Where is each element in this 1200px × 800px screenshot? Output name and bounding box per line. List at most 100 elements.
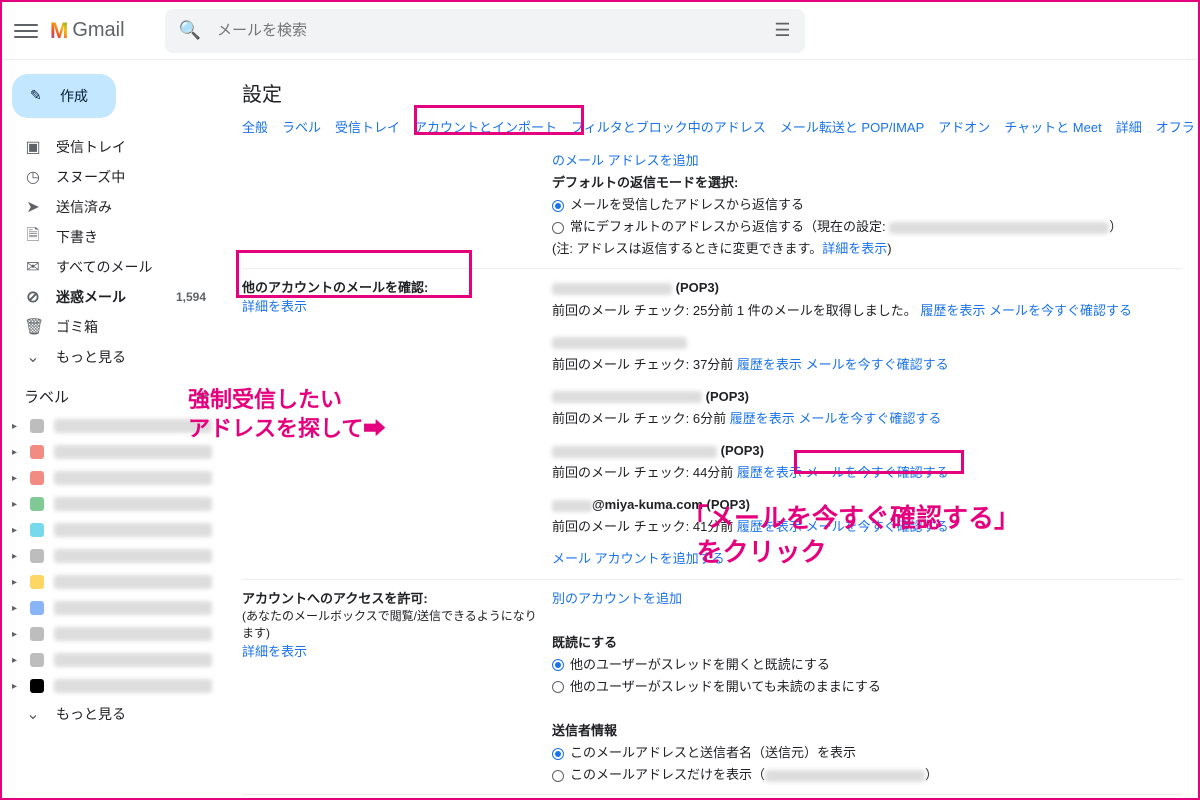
history-link-3[interactable]: 履歴を表示 — [737, 465, 802, 480]
grant-read-radio-1[interactable] — [552, 659, 564, 671]
search-options-icon[interactable]: ☰ — [774, 20, 790, 41]
label-name — [54, 523, 212, 537]
grant-learn-link[interactable]: 詳細を表示 — [242, 644, 307, 659]
settings-tabs: 全般ラベル受信トレイアカウントとインポートフィルタとブロック中のアドレスメール転… — [226, 117, 1198, 142]
tab-2[interactable]: 受信トレイ — [335, 117, 400, 136]
label-name — [54, 575, 212, 589]
add-address-link[interactable]: のメール アドレスを追加 — [552, 153, 699, 168]
label-name — [54, 653, 212, 667]
label-name — [54, 419, 212, 433]
check-now-link-2[interactable]: メールを今すぐ確認する — [798, 411, 941, 426]
check-other-learn-link[interactable]: 詳細を表示 — [242, 299, 307, 314]
nav-all[interactable]: ✉すべてのメール — [2, 252, 226, 282]
search-icon: 🔍 — [179, 20, 201, 41]
caret-icon: ▸ — [12, 525, 20, 536]
nav-trash[interactable]: 🗑ゴミ箱 — [2, 312, 226, 342]
label-name — [54, 549, 212, 563]
grant-sender-radio-2[interactable] — [552, 770, 564, 782]
label-name — [54, 497, 212, 511]
tab-1[interactable]: ラベル — [282, 117, 321, 136]
label-color-icon — [30, 445, 44, 459]
search-input[interactable] — [215, 21, 774, 40]
caret-icon: ▸ — [12, 473, 20, 484]
label-color-icon — [30, 471, 44, 485]
grant-read-heading: 既読にする — [552, 635, 617, 650]
reply-mode-radio-2[interactable] — [552, 222, 564, 234]
tab-7[interactable]: チャットと Meet — [1004, 117, 1101, 136]
caret-icon: ▸ — [12, 499, 20, 510]
grant-read-radio-2[interactable] — [552, 681, 564, 693]
label-item[interactable]: ▸ — [2, 517, 226, 543]
labels-more[interactable]: ⌄もっと見る — [2, 699, 226, 729]
caret-icon: ▸ — [12, 551, 20, 562]
grant-sender-heading: 送信者情報 — [552, 723, 617, 738]
history-link-4[interactable]: 履歴を表示 — [737, 519, 802, 534]
label-item[interactable]: ▸ — [2, 543, 226, 569]
compose-label: 作成 — [60, 86, 88, 106]
check-now-link-0[interactable]: メールを今すぐ確認する — [989, 303, 1132, 318]
search-bar[interactable]: 🔍 ☰ — [165, 9, 805, 53]
check-now-link-1[interactable]: メールを今すぐ確認する — [806, 357, 949, 372]
gmail-logo-text: Gmail — [72, 19, 124, 42]
nav-clock[interactable]: ◷スヌーズ中 — [2, 162, 226, 192]
caret-icon: ▸ — [12, 655, 20, 666]
reply-mode-heading: デフォルトの返信モードを選択: — [552, 175, 738, 190]
caret-icon: ▸ — [12, 577, 20, 588]
caret-icon: ▸ — [12, 629, 20, 640]
history-link-0[interactable]: 履歴を表示 — [920, 303, 985, 318]
label-name — [54, 601, 212, 615]
check-now-link-4[interactable]: メールを今すぐ確認する — [806, 519, 949, 534]
grant-heading: アカウントへのアクセスを許可: — [242, 591, 428, 606]
reply-mode-radio-1[interactable] — [552, 200, 564, 212]
history-link-1[interactable]: 履歴を表示 — [737, 357, 802, 372]
label-name — [54, 679, 212, 693]
history-link-2[interactable]: 履歴を表示 — [730, 411, 795, 426]
caret-icon: ▸ — [12, 681, 20, 692]
label-item[interactable]: ▸ — [2, 621, 226, 647]
send-icon: ➤ — [24, 197, 42, 217]
add-mail-account-link[interactable]: メール アカウントを追加する — [552, 551, 725, 566]
label-item[interactable]: ▸ — [2, 673, 226, 699]
menu-button[interactable] — [14, 19, 38, 43]
tab-4[interactable]: フィルタとブロック中のアドレス — [571, 117, 766, 136]
label-item[interactable]: ▸ — [2, 491, 226, 517]
spam-icon: ⊘ — [24, 287, 42, 307]
tab-0[interactable]: 全般 — [242, 117, 268, 136]
nav-draft[interactable]: 🗎下書き — [2, 222, 226, 252]
label-name — [54, 627, 212, 641]
check-other-heading: 他のアカウントのメールを確認: — [242, 280, 428, 295]
label-item[interactable]: ▸ — [2, 413, 226, 439]
labels-heading: ラベル — [24, 386, 69, 407]
label-item[interactable]: ▸ — [2, 595, 226, 621]
label-item[interactable]: ▸ — [2, 569, 226, 595]
label-item[interactable]: ▸ — [2, 647, 226, 673]
all-icon: ✉ — [24, 257, 42, 277]
label-item[interactable]: ▸ — [2, 439, 226, 465]
label-name — [54, 445, 212, 459]
tab-5[interactable]: メール転送と POP/IMAP — [780, 117, 924, 136]
check-now-link-3[interactable]: メールを今すぐ確認する — [806, 465, 949, 480]
grant-add-link[interactable]: 別のアカウントを追加 — [552, 591, 682, 606]
nav-spam[interactable]: ⊘迷惑メール1,594 — [2, 282, 226, 312]
nav-inbox[interactable]: ▣受信トレイ — [2, 132, 226, 162]
grant-sub: (あなたのメールボックスで閲覧/送信できるようになります) — [242, 609, 537, 640]
tab-9[interactable]: オフラ — [1156, 117, 1195, 136]
draft-icon: 🗎 — [24, 224, 42, 251]
label-item[interactable]: ▸ — [2, 465, 226, 491]
nav-send[interactable]: ➤送信済み — [2, 192, 226, 222]
tab-6[interactable]: アドオン — [938, 117, 990, 136]
caret-icon: ▸ — [12, 421, 20, 432]
label-color-icon — [30, 523, 44, 537]
settings-title: 設定 — [226, 66, 1198, 117]
label-color-icon — [30, 653, 44, 667]
grant-sender-radio-1[interactable] — [552, 748, 564, 760]
reply-mode-learn-link[interactable]: 詳細を表示 — [822, 241, 887, 256]
inbox-icon: ▣ — [24, 137, 42, 157]
add-label-button[interactable]: + — [197, 386, 208, 407]
nav-more[interactable]: ⌄もっと見る — [2, 342, 226, 372]
label-name — [54, 471, 212, 485]
trash-icon: 🗑 — [24, 317, 42, 337]
tab-3[interactable]: アカウントとインポート — [414, 117, 557, 136]
compose-button[interactable]: ✎ 作成 — [12, 74, 116, 118]
tab-8[interactable]: 詳細 — [1116, 117, 1142, 136]
